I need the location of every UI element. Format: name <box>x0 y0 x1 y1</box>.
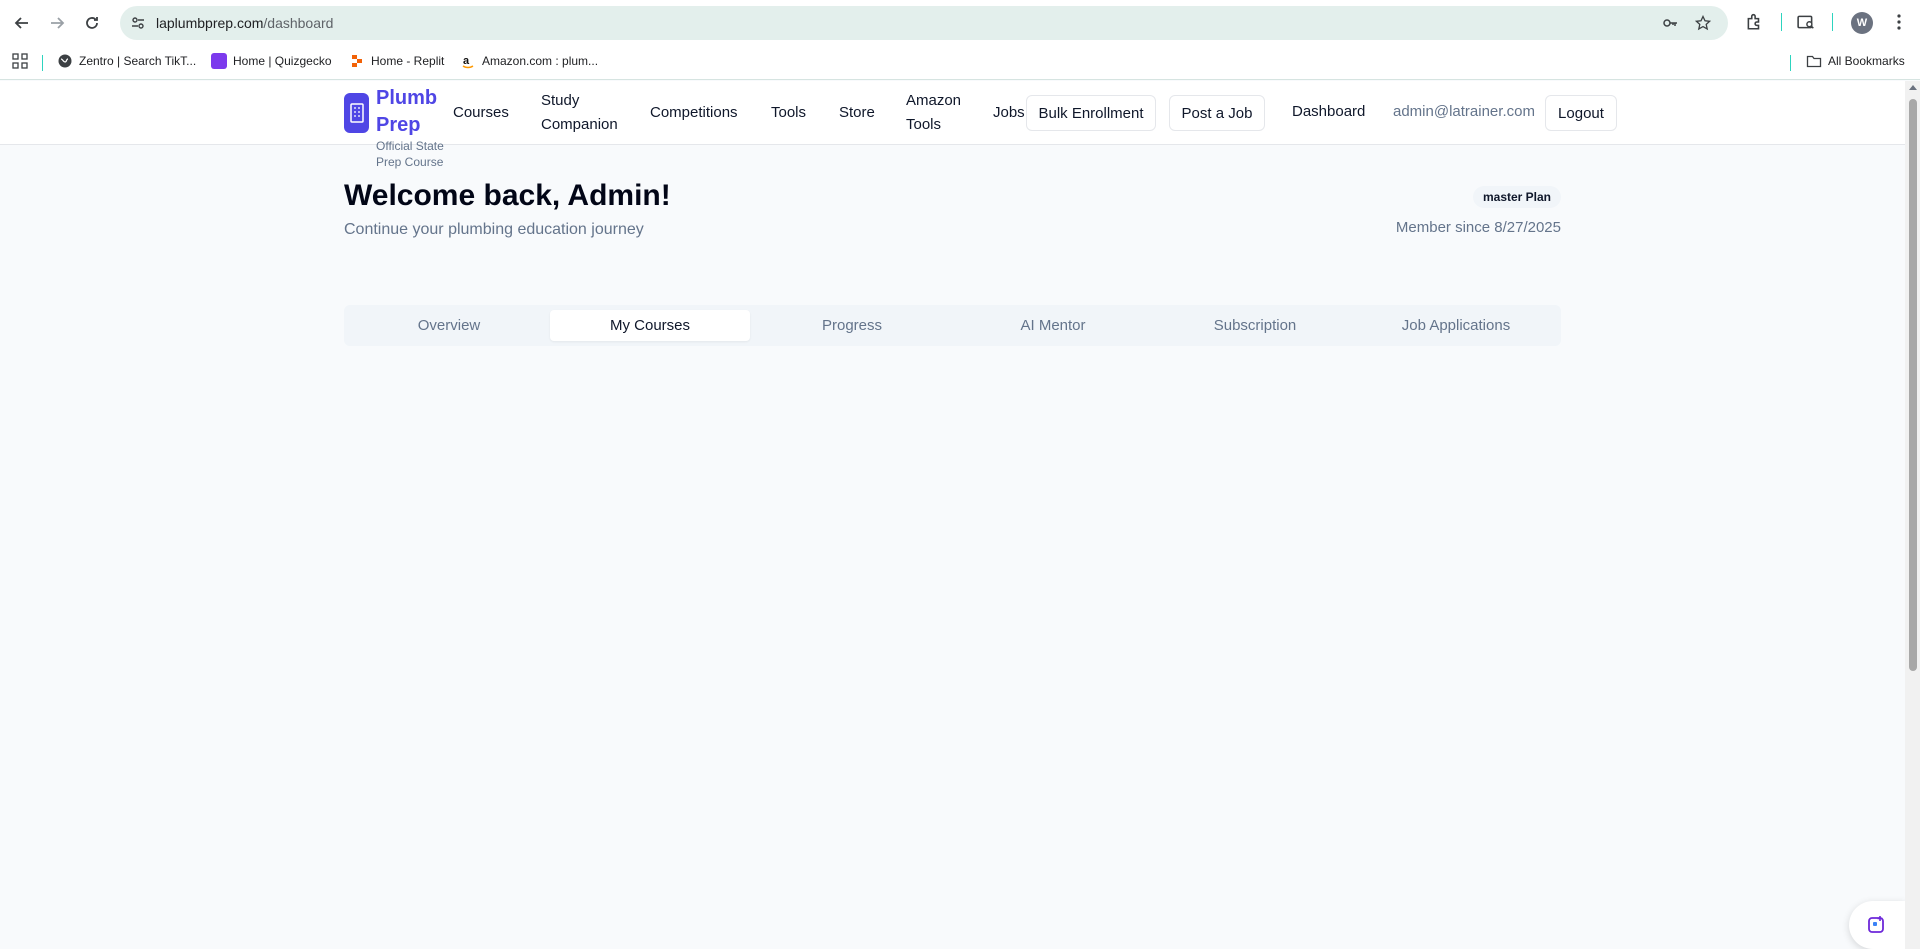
tab-overview[interactable]: Overview <box>349 310 549 341</box>
logout-button[interactable]: Logout <box>1545 95 1617 131</box>
puzzle-icon <box>1747 13 1760 30</box>
star-icon[interactable] <box>1695 15 1711 31</box>
folder-icon <box>1806 55 1822 68</box>
url-path: /dashboard <box>263 15 334 31</box>
scroll-up-arrow-icon[interactable] <box>1909 85 1917 90</box>
bulk-enrollment-button[interactable]: Bulk Enrollment <box>1026 95 1156 131</box>
svg-text:a: a <box>463 55 470 67</box>
bookmark-amazon[interactable]: a Amazon.com : plum... <box>460 53 598 69</box>
bookmark-label: Home - Replit <box>371 54 445 68</box>
bookmark-label: Zentro | Search TikT... <box>79 54 197 68</box>
nav-amazon-tools[interactable]: Amazon Tools <box>906 89 972 137</box>
nav-courses[interactable]: Courses <box>453 101 509 125</box>
url-host: laplumbprep.com <box>156 15 264 31</box>
globe-icon <box>58 54 72 68</box>
tab-subscription[interactable]: Subscription <box>1155 310 1355 341</box>
floating-chat-button[interactable] <box>1849 901 1905 949</box>
bookmark-quizgecko[interactable]: Home | Quizgecko <box>211 53 332 69</box>
arrow-right-icon <box>51 17 65 29</box>
dashboard-link[interactable]: Dashboard <box>1292 103 1365 120</box>
url-text: laplumbprep.com/dashboard <box>156 15 333 31</box>
page-scrollbar[interactable] <box>1905 81 1920 949</box>
tab-ai-mentor[interactable]: AI Mentor <box>953 310 1153 341</box>
address-bar[interactable]: laplumbprep.com/dashboard <box>120 6 1728 40</box>
plan-badge: master Plan <box>1473 186 1561 208</box>
key-icon[interactable] <box>1662 15 1678 31</box>
bookmark-label: Home | Quizgecko <box>233 54 332 68</box>
logo-mark[interactable] <box>344 93 369 133</box>
nav-study-companion[interactable]: Study Companion <box>541 89 621 137</box>
toolbar-divider <box>1781 13 1782 31</box>
chat-widget-icon <box>1868 916 1884 933</box>
post-job-button[interactable]: Post a Job <box>1169 95 1265 131</box>
reload-icon <box>86 17 98 29</box>
apps-grid-icon <box>12 53 28 69</box>
nav-competitions[interactable]: Competitions <box>650 101 738 125</box>
browser-menu-button[interactable] <box>1888 11 1910 33</box>
page-content: Plumb Prep Official State Prep Course Co… <box>0 81 1905 949</box>
nav-jobs[interactable]: Jobs <box>993 101 1025 125</box>
nav-store[interactable]: Store <box>839 101 875 125</box>
welcome-heading: Welcome back, Admin! <box>344 179 671 212</box>
tab-progress[interactable]: Progress <box>752 310 952 341</box>
extensions-button[interactable] <box>1743 11 1765 33</box>
tab-search-button[interactable] <box>1795 11 1817 33</box>
reload-button[interactable] <box>80 11 104 35</box>
welcome-subtitle: Continue your plumbing education journey <box>344 221 644 238</box>
back-button[interactable] <box>10 11 34 35</box>
bookmark-zentro[interactable]: Zentro | Search TikT... <box>57 53 196 69</box>
arrow-left-icon <box>14 17 28 29</box>
profile-avatar[interactable]: W <box>1851 12 1873 34</box>
amazon-icon: a <box>462 55 474 69</box>
bookmarks-divider <box>1790 55 1791 71</box>
member-since: Member since 8/27/2025 <box>1395 219 1561 236</box>
replit-icon <box>352 55 362 67</box>
quizgecko-icon <box>211 53 227 69</box>
tab-job-applications[interactable]: Job Applications <box>1356 310 1556 341</box>
bookmark-label: Amazon.com : plum... <box>482 54 599 68</box>
nav-tools[interactable]: Tools <box>771 101 806 125</box>
user-email: admin@latrainer.com <box>1393 103 1535 120</box>
dashboard-tabs: Overview My Courses Progress AI Mentor S… <box>344 305 1561 346</box>
all-bookmarks-label: All Bookmarks <box>1828 54 1905 68</box>
tab-my-courses[interactable]: My Courses <box>550 310 750 341</box>
site-header: Plumb Prep Official State Prep Course Co… <box>0 81 1905 169</box>
apps-button[interactable] <box>12 53 28 69</box>
site-settings-icon[interactable] <box>130 15 146 31</box>
bookmark-replit[interactable]: Home - Replit <box>349 53 444 69</box>
browser-toolbar: laplumbprep.com/dashboard W <box>0 0 1920 45</box>
bookmarks-divider <box>42 55 43 71</box>
scroll-thumb[interactable] <box>1909 99 1917 671</box>
toolbar-divider <box>1832 13 1833 31</box>
forward-button[interactable] <box>45 11 69 35</box>
building-icon <box>349 103 364 123</box>
logo-title[interactable]: Plumb Prep <box>376 85 446 139</box>
logo-subtitle: Official State Prep Course <box>376 139 444 169</box>
bookmarks-bar: Zentro | Search TikT... Home | Quizgecko… <box>0 45 1920 80</box>
all-bookmarks-button[interactable]: All Bookmarks <box>1806 53 1905 69</box>
kebab-menu-icon <box>1897 14 1901 30</box>
tab-search-icon <box>1797 15 1814 29</box>
